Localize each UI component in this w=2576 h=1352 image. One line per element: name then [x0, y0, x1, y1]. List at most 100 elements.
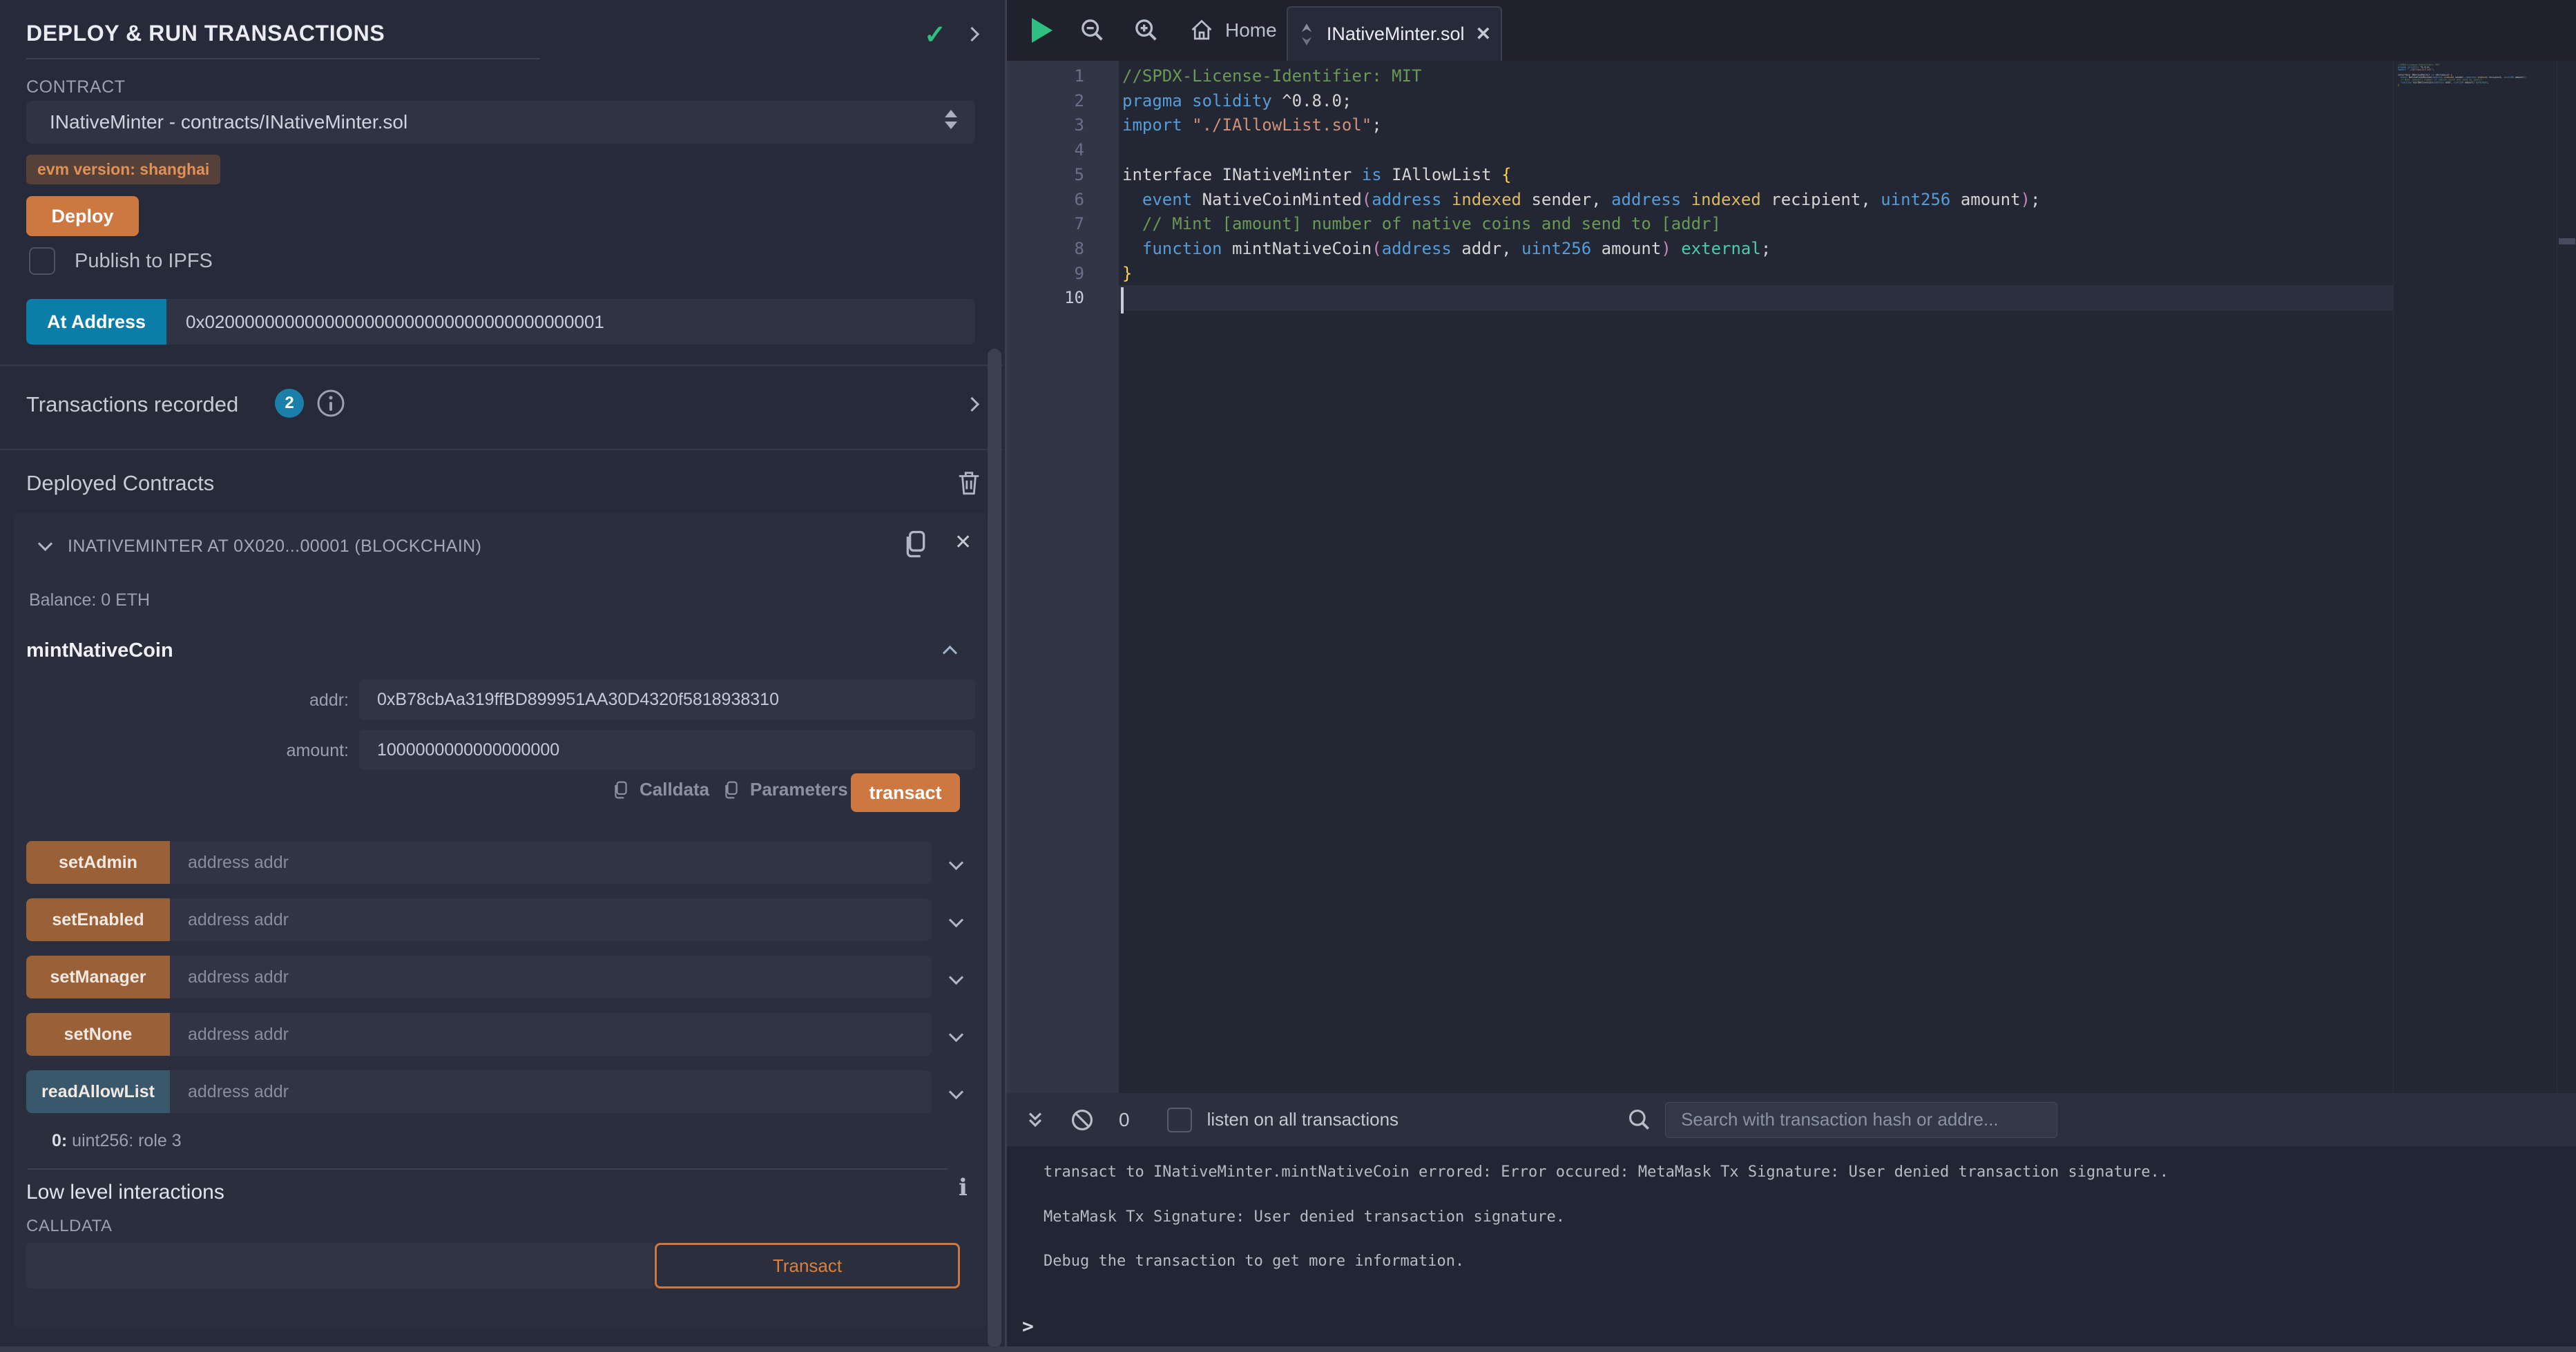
- deploy-button[interactable]: Deploy: [26, 196, 139, 236]
- terminal-message: Debug the transaction to get more inform…: [1044, 1239, 2576, 1284]
- tab-home[interactable]: Home: [1189, 18, 1277, 43]
- clipboard-icon: [612, 780, 630, 800]
- setManager-button[interactable]: setManager: [26, 956, 170, 998]
- code-line-2[interactable]: 2pragma solidity ^0.8.0;: [1007, 88, 2576, 113]
- line-number: 1: [1007, 64, 1084, 88]
- code-text: interface INativeMinter is IAllowList {: [1122, 162, 1512, 187]
- tab-inativeminter-label: INativeMinter.sol: [1327, 23, 1465, 45]
- transact-button[interactable]: transact: [851, 773, 960, 812]
- setManager-expand-chevron-icon[interactable]: [949, 969, 963, 984]
- select-arrows-icon: [945, 110, 957, 129]
- search-icon: [1626, 1107, 1653, 1133]
- zoom-in-icon[interactable]: [1133, 17, 1160, 44]
- addr-field-label: addr:: [180, 691, 349, 711]
- panel-expand-chevron-icon[interactable]: [965, 27, 979, 41]
- setAdmin-button[interactable]: setAdmin: [26, 841, 170, 884]
- solidity-icon: [1298, 23, 1316, 46]
- code-line-1[interactable]: 1 //SPDX-License-Identifier: MIT: [1007, 64, 2576, 88]
- at-address-input[interactable]: [166, 299, 975, 345]
- low-level-calldata-input[interactable]: [26, 1243, 653, 1288]
- bottom-scrollbar-strip[interactable]: [0, 1346, 2576, 1352]
- divider: [0, 449, 1003, 450]
- zoom-out-icon[interactable]: [1079, 17, 1106, 44]
- code-text: //SPDX-License-Identifier: MIT: [1122, 64, 1421, 88]
- setNone-input[interactable]: [170, 1013, 932, 1056]
- code-line-9[interactable]: 9}: [1007, 261, 2576, 286]
- divider: [0, 365, 1003, 366]
- setNone-expand-chevron-icon[interactable]: [949, 1027, 963, 1041]
- setEnabled-input[interactable]: [170, 898, 932, 941]
- trash-icon[interactable]: [956, 468, 982, 497]
- listen-transactions-checkbox[interactable]: [1167, 1108, 1192, 1132]
- setAdmin-expand-chevron-icon[interactable]: [949, 855, 963, 869]
- info-icon[interactable]: i: [959, 1174, 968, 1201]
- tab-bar: Home INativeMinter.sol ✕: [1007, 0, 2576, 61]
- minimap[interactable]: //SPDX-License-Identifier: MITpragma sol…: [2393, 61, 2559, 1093]
- run-script-play-icon[interactable]: [1032, 18, 1052, 43]
- low-level-transact-button[interactable]: Transact: [655, 1243, 960, 1288]
- code-line-4[interactable]: 4: [1007, 137, 2576, 162]
- panel-scrollbar[interactable]: [988, 349, 1001, 1348]
- contract-select[interactable]: INativeMinter - contracts/INativeMinter.…: [26, 101, 975, 144]
- clear-console-block-icon[interactable]: [1069, 1107, 1095, 1133]
- setAdmin-input[interactable]: [170, 841, 932, 884]
- pending-tx-count: 0: [1119, 1109, 1130, 1131]
- setNone-row: setNone: [26, 1013, 961, 1056]
- code-line-5[interactable]: 5interface INativeMinter is IAllowList {: [1007, 162, 2576, 187]
- terminal-message: MetaMask Tx Signature: User denied trans…: [1044, 1195, 2576, 1240]
- minimap-line: [2398, 86, 2559, 89]
- transactions-recorded-row: Transactions recorded 2: [0, 384, 1003, 434]
- deploy-run-panel: DEPLOY & RUN TRANSACTIONS ✓ CONTRACT INa…: [0, 0, 1003, 1352]
- info-icon[interactable]: [316, 389, 345, 418]
- close-instance-icon[interactable]: ✕: [954, 530, 972, 554]
- at-address-button[interactable]: At Address: [26, 299, 166, 345]
- publish-ipfs-checkbox[interactable]: [29, 247, 55, 275]
- code-text: function mintNativeCoin(address addr, ui…: [1122, 236, 1771, 261]
- parameters-copy-button[interactable]: Parameters: [722, 779, 848, 800]
- code-text: }: [1122, 261, 1132, 286]
- function-list: setAdmin setEnabled setManager setNone readA…: [26, 841, 961, 1128]
- code-line-7[interactable]: 7 // Mint [amount] number of native coin…: [1007, 211, 2576, 236]
- readAllowList-expand-chevron-icon[interactable]: [949, 1084, 963, 1099]
- readAllowList-input[interactable]: [170, 1070, 932, 1113]
- publish-ipfs-row: Publish to IPFS: [29, 247, 213, 275]
- setManager-input[interactable]: [170, 956, 932, 998]
- code-line-10[interactable]: 10: [1007, 285, 2576, 310]
- close-tab-icon[interactable]: ✕: [1475, 23, 1491, 45]
- editor-scrollbar[interactable]: [2557, 61, 2576, 1093]
- transactions-expand-chevron-icon[interactable]: [965, 397, 979, 412]
- terminal-log[interactable]: transact to INativeMinter.mintNativeCoin…: [1007, 1146, 2576, 1346]
- code-line-8[interactable]: 8 function mintNativeCoin(address addr, …: [1007, 236, 2576, 261]
- editor-scrollbar-thumb[interactable]: [2559, 238, 2575, 244]
- terminal-prompt[interactable]: >: [1022, 1315, 1034, 1337]
- amount-field-input[interactable]: [359, 730, 975, 770]
- code-text: event NativeCoinMinted(address indexed s…: [1122, 187, 2040, 212]
- copy-icon[interactable]: [902, 528, 930, 560]
- instance-header[interactable]: INATIVEMINTER AT 0X020...00001 (BLOCKCHA…: [68, 537, 481, 557]
- line-number: 6: [1007, 187, 1084, 212]
- setEnabled-expand-chevron-icon[interactable]: [949, 912, 963, 927]
- calldata-label: CALLDATA: [26, 1217, 112, 1236]
- readAllowList-button[interactable]: readAllowList: [26, 1070, 170, 1113]
- line-number: 10: [1007, 285, 1084, 310]
- line-number: 4: [1007, 137, 1084, 162]
- setEnabled-row: setEnabled: [26, 898, 961, 941]
- setNone-button[interactable]: setNone: [26, 1013, 170, 1056]
- terminal-search-input[interactable]: [1665, 1102, 2057, 1138]
- collapse-terminal-double-chevron-icon[interactable]: [1022, 1106, 1048, 1134]
- tab-inativeminter[interactable]: INativeMinter.sol ✕: [1287, 6, 1502, 61]
- output-index: 0:: [52, 1131, 67, 1150]
- code-editor[interactable]: 1 //SPDX-License-Identifier: MIT2pragma s…: [1007, 61, 2576, 1093]
- setEnabled-button[interactable]: setEnabled: [26, 898, 170, 941]
- listen-transactions-label: listen on all transactions: [1207, 1109, 1398, 1130]
- instance-balance: Balance: 0 ETH: [29, 590, 150, 610]
- contract-label: CONTRACT: [26, 77, 126, 97]
- divider: [28, 1168, 948, 1170]
- calldata-copy-button[interactable]: Calldata: [612, 779, 709, 800]
- check-icon: ✓: [924, 19, 946, 50]
- code-line-6[interactable]: 6 event NativeCoinMinted(address indexed…: [1007, 187, 2576, 212]
- line-number: 8: [1007, 236, 1084, 261]
- editor-region: Home INativeMinter.sol ✕ 1 //SPDX-License…: [1005, 0, 2576, 1352]
- addr-field-input[interactable]: [359, 679, 975, 720]
- code-line-3[interactable]: 3import "./IAllowList.sol";: [1007, 113, 2576, 137]
